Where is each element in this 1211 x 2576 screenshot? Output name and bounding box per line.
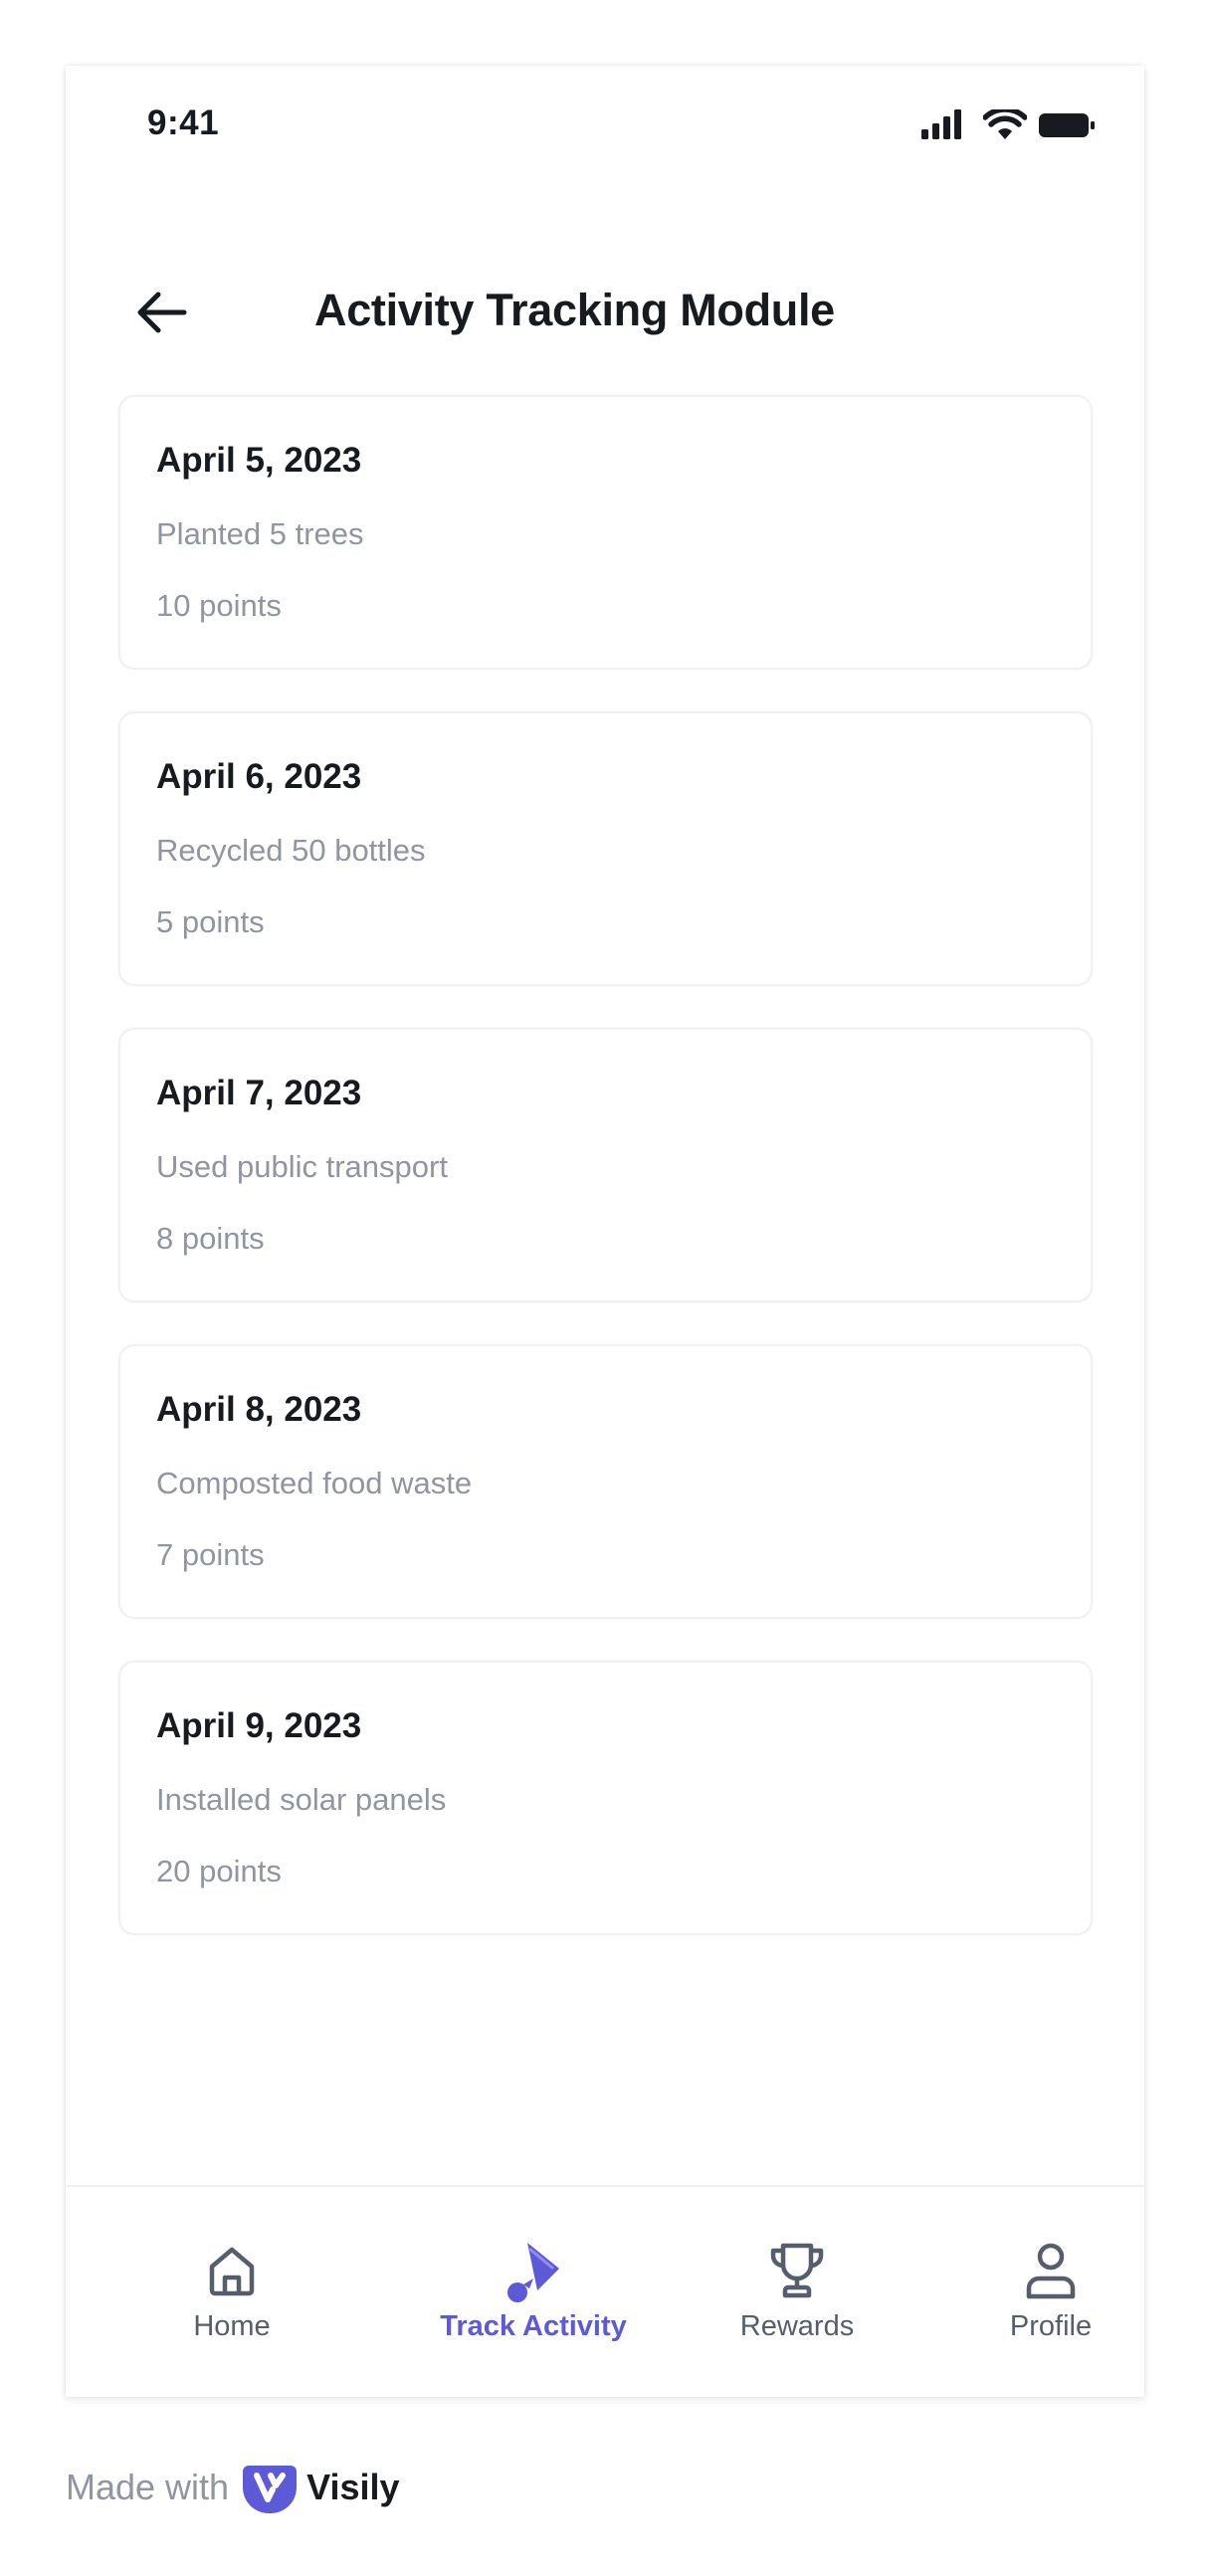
back-button[interactable] — [121, 273, 201, 352]
bottom-nav: Home Track Activity Rewards Profile — [66, 2185, 1144, 2397]
wifi-icon — [983, 109, 1027, 139]
activity-list: April 5, 2023 Planted 5 trees 10 points … — [118, 395, 1093, 1977]
activity-description: Planted 5 trees — [156, 516, 364, 551]
nav-item-rewards[interactable]: Rewards — [673, 2187, 921, 2397]
activity-date: April 6, 2023 — [156, 757, 362, 796]
made-with-text: Made with — [66, 2467, 230, 2507]
cellular-signal-icon — [921, 109, 961, 139]
activity-points: 5 points — [156, 904, 265, 939]
battery-icon — [1039, 113, 1095, 137]
home-icon — [200, 2239, 264, 2302]
activity-description: Used public transport — [156, 1149, 448, 1184]
activity-date: April 7, 2023 — [156, 1074, 362, 1112]
activity-card[interactable]: April 5, 2023 Planted 5 trees 10 points — [118, 395, 1093, 670]
nav-item-profile[interactable]: Profile — [926, 2187, 1144, 2397]
made-with-badge[interactable]: Made with Visily — [66, 2458, 400, 2517]
activity-description: Composted food waste — [156, 1466, 473, 1500]
nav-label-track-activity: Track Activity — [440, 2310, 627, 2342]
activity-description: Recycled 50 bottles — [156, 833, 426, 868]
activity-points: 7 points — [156, 1537, 265, 1572]
header: Activity Tracking Module — [66, 255, 1144, 394]
activity-points: 20 points — [156, 1854, 282, 1888]
badminton-icon — [502, 2239, 565, 2302]
page: 9:41 Activity Tracking Module April 5, 2… — [0, 0, 1211, 2576]
visily-logo: Visily — [241, 2462, 400, 2513]
user-icon — [1019, 2239, 1083, 2302]
activity-description: Installed solar panels — [156, 1782, 447, 1817]
nav-label-rewards: Rewards — [739, 2310, 855, 2342]
nav-label-profile: Profile — [1009, 2310, 1093, 2342]
status-time: 9:41 — [147, 103, 220, 142]
status-icons — [921, 109, 1095, 139]
nav-label-home: Home — [193, 2310, 271, 2342]
activity-points: 10 points — [156, 588, 282, 623]
arrow-left-icon — [137, 292, 187, 333]
status-bar: 9:41 — [66, 66, 1144, 185]
activity-card[interactable]: April 9, 2023 Installed solar panels 20 … — [118, 1661, 1093, 1935]
nav-item-track-activity[interactable]: Track Activity — [409, 2187, 658, 2397]
activity-date: April 9, 2023 — [156, 1706, 362, 1745]
trophy-icon — [765, 2239, 829, 2302]
visily-brand: Visily — [306, 2467, 400, 2507]
visily-logo-icon — [243, 2466, 298, 2513]
page-title: Activity Tracking Module — [314, 285, 835, 335]
nav-item-home[interactable]: Home — [107, 2187, 356, 2397]
activity-points: 8 points — [156, 1221, 265, 1256]
activity-date: April 5, 2023 — [156, 441, 362, 480]
activity-date: April 8, 2023 — [156, 1390, 362, 1429]
phone-frame: 9:41 Activity Tracking Module April 5, 2… — [66, 66, 1144, 2397]
activity-card[interactable]: April 6, 2023 Recycled 50 bottles 5 poin… — [118, 711, 1093, 986]
activity-card[interactable]: April 8, 2023 Composted food waste 7 poi… — [118, 1344, 1093, 1619]
activity-card[interactable]: April 7, 2023 Used public transport 8 po… — [118, 1028, 1093, 1302]
